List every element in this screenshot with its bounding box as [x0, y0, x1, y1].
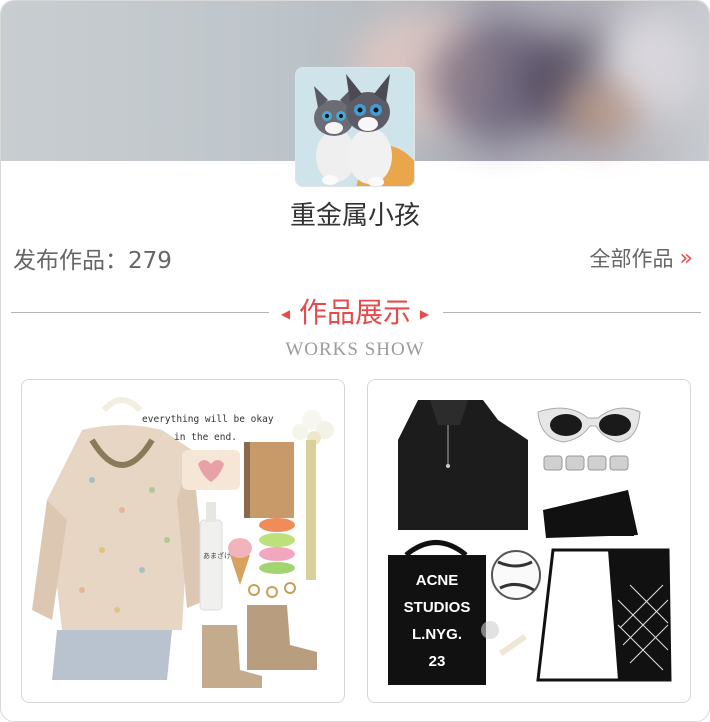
- username: 重金属小孩: [289, 201, 420, 231]
- section-title-text: 作品展示: [298, 296, 411, 329]
- double-chevron-right-icon: »: [679, 245, 694, 271]
- avatar[interactable]: [295, 67, 415, 187]
- published-count: 发布作品：279: [13, 248, 172, 274]
- all-works-link[interactable]: 全部作品 »: [589, 243, 694, 273]
- bag-line-1: ACNE: [416, 572, 459, 589]
- triangle-left-icon: ◀: [280, 307, 291, 321]
- note-line-1: everything will be okay: [142, 414, 274, 425]
- section-subtitle: WORKS SHOW: [285, 339, 425, 360]
- note-line-2: in the end.: [174, 432, 237, 443]
- all-works-label: 全部作品: [589, 247, 674, 271]
- bag-line-2: STUDIOS: [404, 599, 471, 616]
- work-tile-2[interactable]: ACNE STUDIOS L.NYG. 23: [367, 379, 691, 703]
- work-tile-1[interactable]: everything will be okay in the end. あまざけ: [21, 379, 345, 703]
- kittens-photo: [296, 68, 414, 186]
- triangle-right-icon: ▶: [419, 307, 430, 321]
- outfit-collage-1: everything will be okay in the end. あまざけ: [32, 397, 334, 688]
- section-title: ◀ 作品展示 ▶: [1, 295, 709, 332]
- bag-line-3: L.NYG.: [412, 626, 462, 643]
- outfit-collage-2: ACNE STUDIOS L.NYG. 23: [388, 400, 672, 685]
- bottle-label: あまざけ: [203, 551, 231, 560]
- profile-card: 重金属小孩 发布作品：279 全部作品 » ◀ 作品展示 ▶ WORKS SHO…: [0, 0, 710, 722]
- bag-line-4: 23: [429, 653, 446, 670]
